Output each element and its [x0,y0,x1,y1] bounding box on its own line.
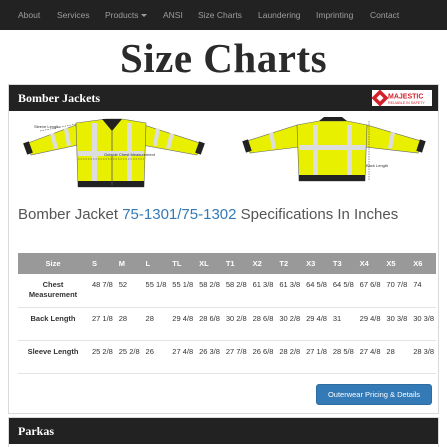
spec-title: Bomber Jacket 75-1301/75-1302 Specificat… [18,203,438,226]
table-cell: 55 1/8 [168,274,196,308]
table-cell: 52 [114,274,142,308]
svg-text:Outside Chest Measurement: Outside Chest Measurement [104,152,156,157]
table-cell: 30 2/8 [221,307,249,341]
table-cell: 27 1/8 [88,307,115,341]
table-row-label: Chest Measurement [18,274,88,308]
table-header-cell: X5 [382,253,410,274]
table-cell: 30 3/8 [409,307,436,341]
table-cell: 26 [141,340,169,374]
table-header-cell: Size [18,253,88,274]
nav-about[interactable]: About [18,0,40,30]
panel-title: Parkas [18,424,54,438]
table-cell: 26 6/8 [248,340,276,374]
nav-contact[interactable]: Contact [370,0,399,30]
nav-imprinting[interactable]: Imprinting [316,0,353,30]
table-header-cell: L [141,253,169,274]
table-cell: 58 2/8 [195,274,222,308]
table-cell: 28 3/8 [409,340,436,374]
majestic-logo: MAJESTIC RELIABLE IN SAFETY [372,90,432,106]
table-cell: 64 5/8 [328,274,356,308]
parkas-panel: Parkas [8,417,439,447]
table-header-cell: X2 [248,253,276,274]
table-cell: 74 [409,274,436,308]
table-header-cell: M [114,253,142,274]
table-cell: 28 6/8 [248,307,276,341]
outerwear-pricing-button[interactable]: Outerwear Pricing & Details [316,384,432,405]
table-cell: 25 2/8 [88,340,115,374]
table-cell: 61 3/8 [248,274,276,308]
table-cell: 55 1/8 [141,274,169,308]
table-cell: 58 2/8 [221,274,249,308]
table-cell: 27 1/8 [302,340,329,374]
table-cell: 28 [114,307,142,341]
table-header-cell: X6 [409,253,436,274]
table-cell: 26 3/8 [195,340,222,374]
jacket-front-diagram: Sleeve Length Outside Chest Measurement [23,118,205,188]
panel-heading: Bomber Jackets MAJESTIC RELIABLE IN SAFE… [9,85,438,111]
table-cell: 28 2/8 [275,340,303,374]
jacket-back-diagram: Back Length [242,117,426,182]
nav-ansi[interactable]: ANSI [163,0,183,30]
table-cell: 27 7/8 [221,340,249,374]
nav-services[interactable]: Services [57,0,90,30]
spec-title-prefix: Bomber Jacket [18,206,123,223]
svg-text:Sleeve Length: Sleeve Length [34,124,60,129]
table-cell: 61 3/8 [275,274,303,308]
table-cell: 30 2/8 [275,307,303,341]
nav-products-label: Products [105,10,139,20]
table-cell: 67 6/8 [355,274,383,308]
table-header-cell: XL [195,253,222,274]
table-cell: 25 2/8 [114,340,142,374]
table-cell: 29 4/8 [168,307,196,341]
table-row-label: Back Length [18,307,88,341]
table-header-cell: X3 [302,253,329,274]
table-cell: 27 4/8 [355,340,383,374]
table-cell: 28 [382,340,410,374]
svg-text:Back Length: Back Length [366,163,388,168]
table-header-cell: T1 [221,253,249,274]
table-row-label: Sleeve Length [18,340,88,374]
spec-model-link[interactable]: 75-1301/75-1302 [122,206,236,223]
panel-heading: Parkas [9,418,438,444]
table-header-cell: T3 [328,253,356,274]
spec-title-suffix: Specifications In Inches [236,206,399,223]
table-row: Sleeve Length 25 2/8 25 2/8 26 27 4/8 26 3/8 2… [18,340,436,374]
size-table: Size S M L TL XL T1 X2 T2 X3 T3 X4 X5 X6… [18,253,436,374]
table-row: Back Length 27 1/8 28 28 29 4/8 28 6/8 30 2/8 2… [18,307,436,341]
svg-text:MAJESTIC: MAJESTIC [388,94,423,101]
bomber-jackets-panel: Bomber Jackets MAJESTIC RELIABLE IN SAFE… [8,84,439,414]
nav-laundering[interactable]: Laundering [258,0,301,30]
table-header-cell: TL [168,253,196,274]
table-row: Chest Measurement 48 7/8 52 55 1/8 55 1/8 58 … [18,274,436,308]
table-header-cell: X4 [355,253,383,274]
top-navbar: About Services Products ANSI Size Charts… [0,0,447,30]
panel-title: Bomber Jackets [18,91,101,105]
nav-products[interactable]: Products [105,0,147,30]
table-cell: 70 7/8 [382,274,410,308]
table-cell: 28 5/8 [328,340,356,374]
table-cell: 28 [141,307,169,341]
table-cell: 48 7/8 [88,274,115,308]
table-header-row: Size S M L TL XL T1 X2 T2 X3 T3 X4 X5 X6 [18,253,436,274]
table-cell: 28 6/8 [195,307,222,341]
table-cell: 31 [328,307,356,341]
caret-down-icon [140,14,147,18]
nav-size-charts[interactable]: Size Charts [198,0,242,30]
table-cell: 64 5/8 [302,274,329,308]
table-header-cell: S [88,253,115,274]
table-cell: 29 4/8 [355,307,383,341]
table-cell: 29 4/8 [302,307,329,341]
table-header-cell: T2 [275,253,303,274]
svg-text:RELIABLE IN SAFETY: RELIABLE IN SAFETY [388,101,425,105]
page-title: Size Charts [119,35,328,81]
table-cell: 27 4/8 [168,340,196,374]
table-cell: 30 3/8 [382,307,410,341]
